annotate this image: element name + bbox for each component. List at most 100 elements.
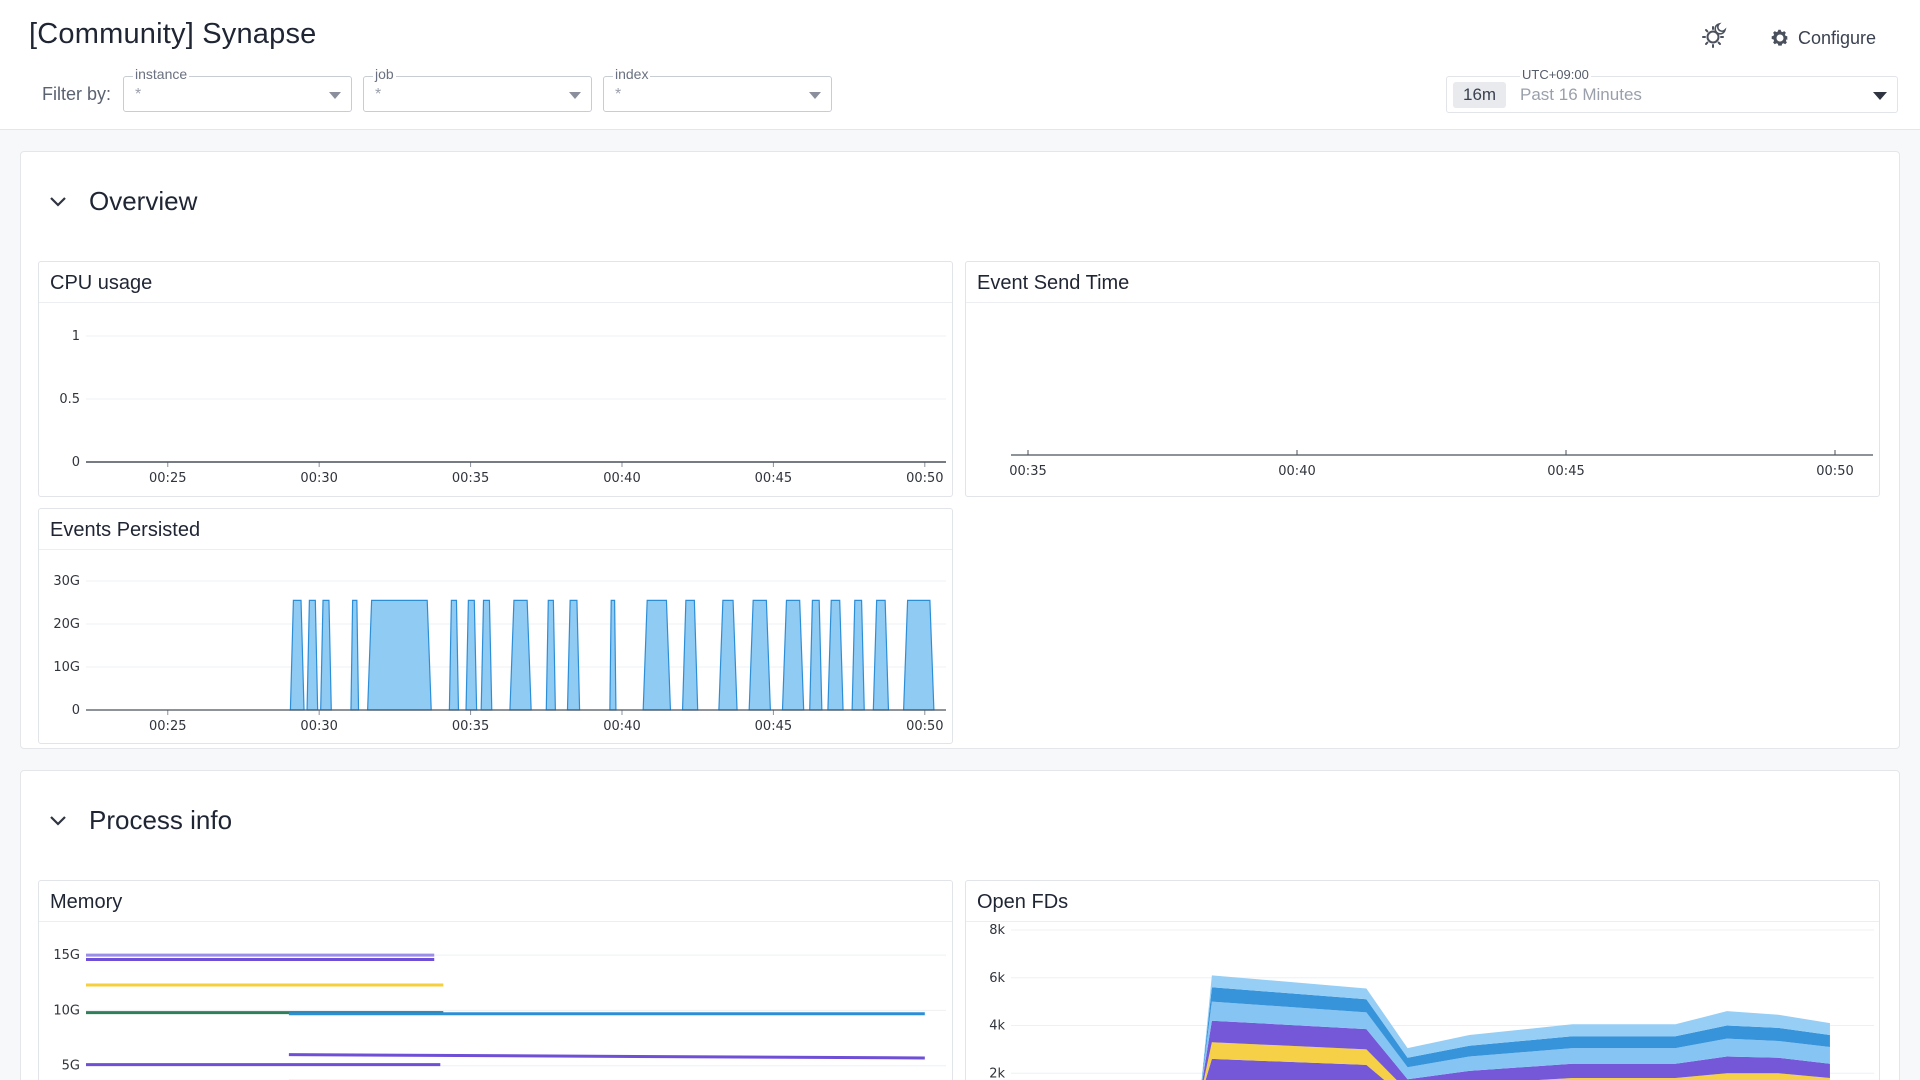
y-tick-label: 0 [72, 455, 80, 470]
events-persisted-pulse [781, 599, 805, 711]
x-tick-label: 00:35 [452, 471, 489, 486]
panel-title: Open FDs [966, 881, 1879, 922]
y-tick-label: 2k [989, 1066, 1005, 1080]
events-persisted-pulse [809, 599, 823, 711]
section-process-info: Process info Memory 5G10G15G Open FDs 02… [20, 770, 1900, 1080]
y-tick-label: 10G [53, 660, 80, 675]
y-tick-label: 4k [989, 1019, 1005, 1034]
event-send-time-chart: 00:35 00:40 00:45 00:50 [1009, 450, 1873, 479]
y-tick-label: 8k [989, 923, 1005, 938]
section-overview: Overview CPU usage 0 0.5 1 00:25 00:30 00:35 0… [20, 151, 1900, 749]
filter-instance-label: instance [133, 66, 190, 82]
x-tick-label: 00:45 [755, 719, 792, 734]
memory-series-line [288, 1053, 925, 1060]
dashboard-header: [Community] Synapse Configure Filter by:… [0, 0, 1920, 130]
events-persisted-pulse [545, 599, 556, 711]
events-persisted-pulse [366, 599, 432, 711]
caret-down-icon [329, 92, 341, 99]
x-tick-label: 00:35 [1009, 464, 1046, 479]
events-persisted-chart: 0 10G 20G 30G 00:25 00:30 00:35 00:40 00:45 00:50 [53, 574, 946, 734]
filter-by-label: Filter by: [42, 84, 112, 104]
filter-index-label: index [613, 66, 651, 82]
chevron-down-icon [50, 196, 66, 207]
events-persisted-pulse [465, 599, 478, 711]
x-tick-label: 00:40 [1278, 464, 1315, 479]
y-tick-label: 0.5 [59, 392, 80, 407]
panel-title: CPU usage [39, 262, 952, 303]
x-tick-label: 00:30 [300, 719, 337, 734]
panel-open-fds: Open FDs 02k4k6k8k [965, 880, 1880, 1080]
panel-title: Memory [39, 881, 952, 922]
panel-cpu-usage: CPU usage 0 0.5 1 00:25 00:30 00:35 00:40 00:45… [38, 261, 953, 497]
section-overview-toggle[interactable]: Overview [49, 186, 197, 217]
x-tick-label: 00:50 [906, 719, 943, 734]
events-persisted-pulse [566, 599, 581, 711]
events-persisted-pulse [851, 599, 865, 711]
y-tick-label: 6k [989, 971, 1005, 986]
events-persisted-pulse [718, 599, 738, 711]
chevron-down-icon [50, 815, 66, 826]
y-tick-label: 15G [53, 948, 80, 963]
events-persisted-pulse [827, 599, 844, 711]
theme-toggle-icon [1702, 22, 1727, 48]
x-tick-label: 00:50 [1816, 464, 1853, 479]
memory-chart: 5G 10G 15G [53, 948, 946, 1080]
events-persisted-pulse [902, 599, 935, 711]
events-persisted-pulse [306, 599, 319, 711]
gear-icon [1771, 29, 1789, 46]
time-range-badge: 16m [1453, 82, 1507, 108]
events-persisted-pulse [609, 599, 617, 711]
events-persisted-pulse [642, 599, 672, 711]
configure-label: Configure [1798, 27, 1877, 48]
events-persisted-pulse [681, 599, 699, 711]
panel-memory: Memory 5G 10G 15G [38, 880, 953, 1080]
y-tick-label: 5G [62, 1059, 80, 1074]
caret-down-icon [569, 92, 581, 99]
configure-button[interactable]: Configure [1770, 22, 1876, 54]
x-tick-label: 00:50 [906, 471, 943, 486]
section-process-info-toggle[interactable]: Process info [49, 805, 232, 836]
events-persisted-pulse [480, 599, 493, 711]
x-tick-label: 00:45 [755, 471, 792, 486]
x-tick-label: 00:30 [300, 471, 337, 486]
panel-title: Event Send Time [966, 262, 1879, 303]
filter-job-label: job [373, 66, 396, 82]
panel-event-send-time: Event Send Time 00:35 00:40 00:45 00:50 [965, 261, 1880, 497]
cpu-usage-chart: 0 0.5 1 00:25 00:30 00:35 00:40 00:45 00:50 [59, 329, 946, 486]
time-range-picker[interactable]: 16m Past 16 Minutes [1446, 76, 1898, 113]
x-tick-label: 00:45 [1547, 464, 1584, 479]
dashboard-title: [Community] Synapse [29, 18, 317, 50]
filter-job-value: * [375, 86, 382, 103]
events-persisted-pulse [320, 599, 332, 711]
y-tick-label: 20G [53, 617, 80, 632]
panel-title: Events Persisted [39, 509, 952, 550]
y-tick-label: 10G [53, 1003, 80, 1018]
filter-instance[interactable]: instance * [123, 66, 352, 112]
timezone-label: UTC+09:00 [1520, 67, 1591, 82]
panel-events-persisted: Events Persisted 0 10G 20G 30G 00:25 00:30 00:… [38, 508, 953, 744]
events-persisted-pulse [350, 599, 360, 711]
section-title: Overview [89, 186, 198, 216]
caret-down-icon [809, 92, 821, 99]
time-range-text: Past 16 Minutes [1520, 85, 1642, 104]
x-tick-label: 00:40 [603, 719, 640, 734]
x-tick-label: 00:35 [452, 719, 489, 734]
filter-job[interactable]: job * [363, 66, 592, 112]
events-persisted-pulse [289, 599, 305, 711]
y-tick-label: 1 [72, 329, 80, 344]
open-fds-chart: 02k4k6k8k [989, 923, 1874, 1080]
section-title: Process info [89, 805, 233, 835]
x-tick-label: 00:25 [149, 471, 186, 486]
filter-index-value: * [615, 86, 622, 103]
events-persisted-pulse [748, 599, 771, 711]
events-persisted-pulse [872, 599, 890, 711]
x-tick-label: 00:40 [603, 471, 640, 486]
x-tick-label: 00:25 [149, 719, 186, 734]
y-tick-label: 30G [53, 574, 80, 589]
events-persisted-pulse [448, 599, 460, 711]
caret-down-icon [1873, 92, 1887, 100]
theme-toggle-button[interactable] [1696, 18, 1732, 54]
events-persisted-pulse [509, 599, 532, 711]
filter-instance-value: * [135, 86, 142, 103]
filter-index[interactable]: index * [603, 66, 832, 112]
